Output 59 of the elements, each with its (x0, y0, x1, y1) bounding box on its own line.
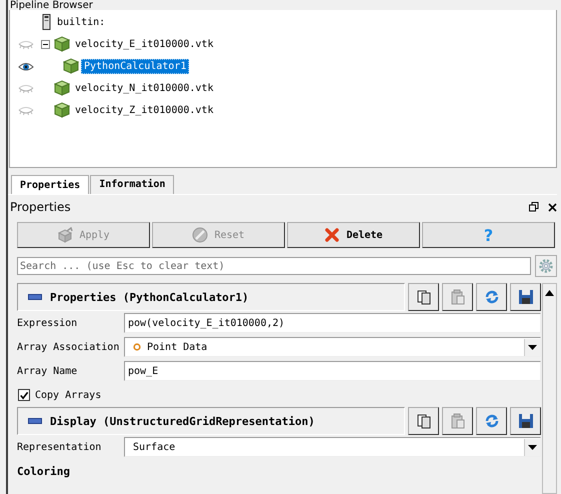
no-entry-icon (192, 227, 208, 243)
checkbox-label: Copy Arrays (35, 390, 102, 400)
tab[interactable]: Properties (11, 175, 90, 194)
field-label: Array Name (17, 366, 78, 376)
save-icon (518, 413, 534, 429)
cube-icon (63, 58, 79, 74)
save-button[interactable] (510, 283, 541, 311)
copy-button[interactable] (408, 283, 439, 311)
save-button[interactable] (510, 407, 541, 435)
checkbox[interactable] (18, 389, 30, 401)
paste-button[interactable] (442, 283, 473, 311)
cube-icon (54, 36, 70, 52)
tree-item[interactable]: builtin: (54, 14, 108, 30)
tree-item[interactable]: PythonCalculator1 (81, 58, 190, 74)
dropdown[interactable]: Surface (124, 437, 541, 457)
tree-item[interactable]: velocity_Z_it010000.vtk (72, 102, 216, 118)
section-header[interactable]: Properties (PythonCalculator1) (17, 283, 405, 311)
dropdown-arrow-icon (528, 344, 537, 350)
field-label: Representation (17, 442, 102, 452)
delete-button[interactable]: Delete (287, 222, 420, 248)
panel-title: Pipeline Browser (9, 0, 94, 10)
cube-icon (57, 227, 74, 243)
collapse-icon (28, 418, 42, 424)
cube-icon (54, 102, 70, 118)
search-field[interactable]: Search ... (use Esc to clear text) (17, 257, 531, 275)
copy-icon (416, 289, 432, 305)
gear-icon (538, 258, 554, 274)
field-label: Array Association (17, 342, 120, 352)
paste-button[interactable] (442, 407, 473, 435)
copy-button[interactable] (408, 407, 439, 435)
cross-icon (324, 227, 340, 243)
section-heading: Coloring (17, 465, 71, 478)
dropdown[interactable]: Point Data (124, 337, 541, 357)
panel-title: Properties (10, 200, 71, 214)
refresh-icon (484, 289, 500, 305)
dropdown-arrow-icon (528, 444, 537, 450)
tree-item[interactable]: velocity_N_it010000.vtk (72, 80, 216, 96)
section-header[interactable]: Display (UnstructuredGridRepresentation) (17, 407, 405, 435)
server-icon (41, 14, 52, 30)
scroll-up-icon[interactable] (545, 290, 554, 296)
float-icon (529, 202, 539, 212)
tree-item[interactable]: velocity_E_it010000.vtk (72, 36, 216, 52)
refresh-button[interactable] (476, 407, 507, 435)
cube-icon (54, 80, 70, 96)
refresh-icon (484, 413, 500, 429)
input-field[interactable]: pow(velocity_E_it010000,2) (124, 313, 541, 333)
copy-icon (416, 413, 432, 429)
field-label: Expression (17, 318, 78, 328)
close-icon (548, 202, 557, 212)
collapse-icon[interactable] (41, 40, 50, 48)
collapse-icon (28, 294, 42, 300)
refresh-button[interactable] (476, 283, 507, 311)
scrollbar[interactable] (542, 283, 557, 494)
paste-icon (450, 413, 466, 429)
paste-icon (450, 289, 466, 305)
input-field[interactable]: pow_E (124, 361, 541, 381)
save-icon (518, 289, 534, 305)
tab[interactable]: Information (90, 175, 174, 194)
checkmark-icon (19, 390, 29, 400)
